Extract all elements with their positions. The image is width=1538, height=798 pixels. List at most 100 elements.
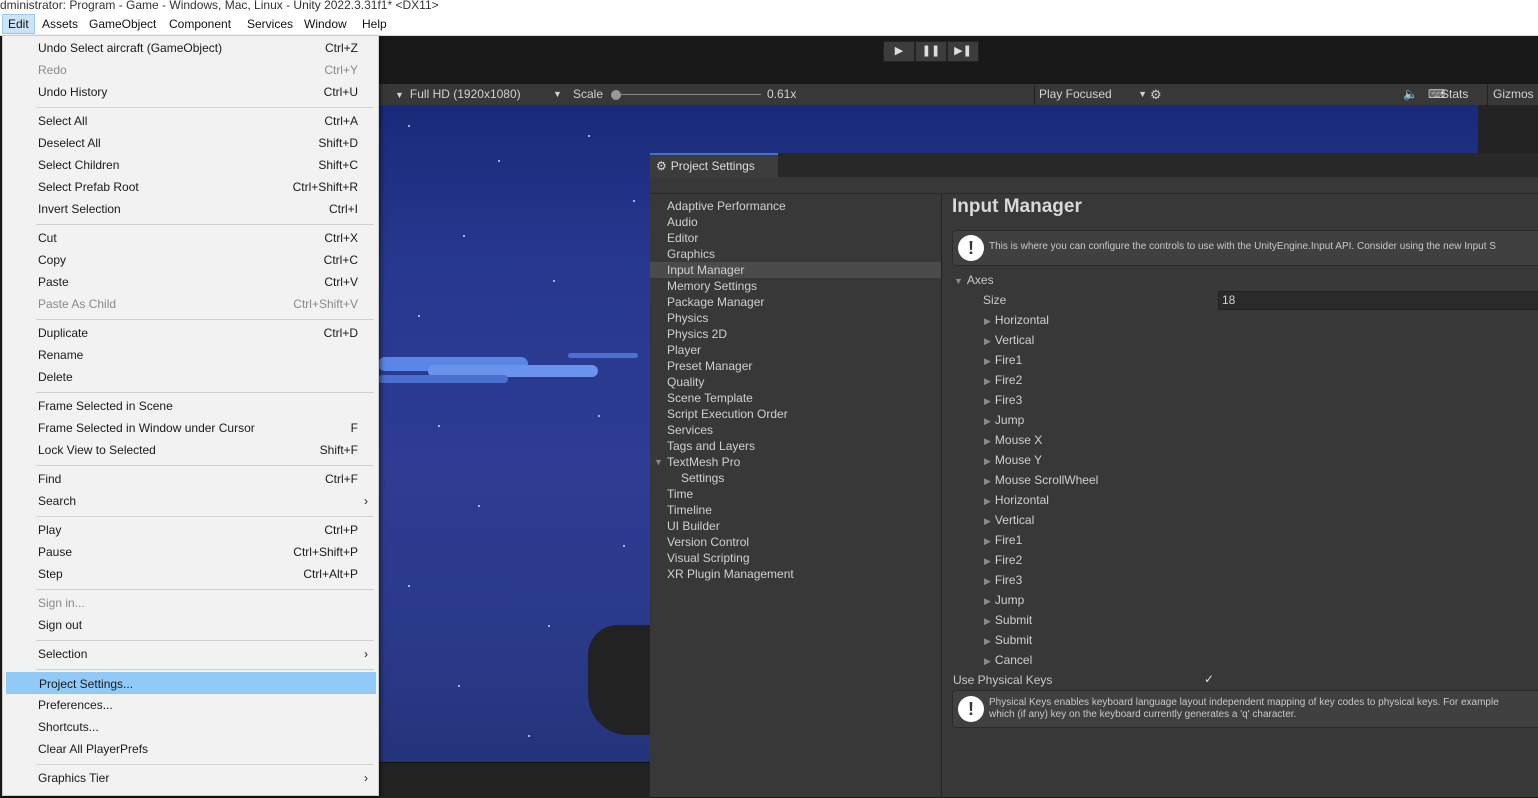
axis-item[interactable]: ▶ Jump <box>984 590 1024 610</box>
menu-item-search[interactable]: Search › <box>6 490 376 512</box>
menu-item-copy[interactable]: Copy Ctrl+C <box>6 249 376 271</box>
sidebar-item-settings[interactable]: Settings <box>681 470 724 486</box>
menu-gameobject[interactable]: GameObject <box>84 15 161 33</box>
menu-item-cut[interactable]: Cut Ctrl+X <box>6 227 376 249</box>
sidebar-item-quality[interactable]: Quality <box>667 374 704 390</box>
stats-button[interactable]: Stats <box>1441 84 1468 105</box>
menu-item-step[interactable]: Step Ctrl+Alt+P <box>6 563 376 585</box>
sidebar-item-ui-builder[interactable]: UI Builder <box>667 518 720 534</box>
menu-item-project-settings[interactable]: Project Settings... <box>6 672 376 694</box>
menu-item-delete[interactable]: Delete <box>6 366 376 388</box>
sidebar-item-tags-and-layers[interactable]: Tags and Layers <box>667 438 755 454</box>
menu-item-pause[interactable]: Pause Ctrl+Shift+P <box>6 541 376 563</box>
bug-icon[interactable]: ⚙ <box>1150 84 1162 105</box>
menu-item-select-children[interactable]: Select Children Shift+C <box>6 154 376 176</box>
menu-item-rename[interactable]: Rename <box>6 344 376 366</box>
sidebar-item-adaptive-performance[interactable]: Adaptive Performance <box>667 198 786 214</box>
axis-item[interactable]: ▶ Fire3 <box>984 570 1022 590</box>
menu-item-undo[interactable]: Undo Select aircraft (GameObject) Ctrl+Z <box>6 37 376 59</box>
sidebar-item-editor[interactable]: Editor <box>667 230 698 246</box>
axis-item[interactable]: ▶ Fire3 <box>984 390 1022 410</box>
menu-assets[interactable]: Assets <box>37 15 83 33</box>
axis-item[interactable]: ▶ Fire2 <box>984 370 1022 390</box>
sidebar-item-graphics[interactable]: Graphics <box>667 246 715 262</box>
chevron-right-icon: ▶ <box>984 616 991 626</box>
sidebar-item-version-control[interactable]: Version Control <box>667 534 749 550</box>
menu-item-select-all[interactable]: Select All Ctrl+A <box>6 110 376 132</box>
menu-item-undo-history[interactable]: Undo History Ctrl+U <box>6 81 376 103</box>
play-button[interactable]: ▶ <box>883 41 915 62</box>
menu-item-shortcuts[interactable]: Shortcuts... <box>6 716 376 738</box>
sidebar-item-memory-settings[interactable]: Memory Settings <box>667 278 757 294</box>
axis-item[interactable]: ▶ Mouse Y <box>984 450 1042 470</box>
menu-item-label: Deselect All <box>38 136 101 150</box>
sidebar-item-time[interactable]: Time <box>667 486 693 502</box>
scale-slider-handle[interactable] <box>611 90 621 100</box>
size-field[interactable]: 18 <box>1218 291 1538 310</box>
gizmos-button[interactable]: Gizmos <box>1487 84 1534 105</box>
step-button[interactable]: ▶❚ <box>947 41 979 62</box>
menu-item-play[interactable]: Play Ctrl+P <box>6 519 376 541</box>
menu-item-graphics-tier[interactable]: Graphics Tier › <box>6 767 376 789</box>
sidebar-item-timeline[interactable]: Timeline <box>667 502 712 518</box>
menu-services[interactable]: Services <box>242 15 298 33</box>
sidebar-item-package-manager[interactable]: Package Manager <box>667 294 764 310</box>
sidebar-item-services[interactable]: Services <box>667 422 713 438</box>
axis-item[interactable]: ▶ Jump <box>984 410 1024 430</box>
menu-item-duplicate[interactable]: Duplicate Ctrl+D <box>6 322 376 344</box>
scale-slider-track[interactable] <box>618 94 761 95</box>
menu-edit[interactable]: Edit <box>2 14 35 34</box>
sidebar-item-xr-plugin-management[interactable]: XR Plugin Management <box>667 566 794 582</box>
menu-item-label: Preferences... <box>38 698 113 712</box>
play-mode-dropdown[interactable]: Play Focused ▼ <box>1034 84 1147 105</box>
menu-window[interactable]: Window <box>299 15 352 33</box>
menu-help[interactable]: Help <box>357 15 392 33</box>
sidebar-item-preset-manager[interactable]: Preset Manager <box>667 358 752 374</box>
axis-item[interactable]: ▶ Vertical <box>984 510 1034 530</box>
axis-item[interactable]: ▶ Mouse ScrollWheel <box>984 470 1098 490</box>
sidebar-item-input-manager[interactable]: Input Manager <box>650 262 941 278</box>
use-physical-keys-checkbox[interactable]: ✓ <box>1204 673 1216 685</box>
sidebar-item-audio[interactable]: Audio <box>667 214 698 230</box>
menu-item-paste[interactable]: Paste Ctrl+V <box>6 271 376 293</box>
sidebar-item-physics-2d[interactable]: Physics 2D <box>667 326 727 342</box>
menu-item-lock-view-to-selected[interactable]: Lock View to Selected Shift+F <box>6 439 376 461</box>
menu-separator <box>36 392 374 393</box>
sidebar-item-scene-template[interactable]: Scene Template <box>667 390 753 406</box>
axis-item[interactable]: ▶ Horizontal <box>984 310 1049 330</box>
menu-item-frame-selected-in-scene[interactable]: Frame Selected in Scene <box>6 395 376 417</box>
menu-item-clear-all-playerprefs[interactable]: Clear All PlayerPrefs <box>6 738 376 760</box>
menu-component[interactable]: Component <box>164 15 236 33</box>
sidebar-item-textmesh-pro[interactable]: TextMesh Pro <box>667 454 740 470</box>
axis-item[interactable]: ▶ Cancel <box>984 650 1032 670</box>
axis-item[interactable]: ▶ Submit <box>984 630 1032 650</box>
mute-audio-icon[interactable]: 🔈 <box>1403 84 1418 105</box>
axis-item[interactable]: ▶ Fire2 <box>984 550 1022 570</box>
menu-item-invert-selection[interactable]: Invert Selection Ctrl+I <box>6 198 376 220</box>
menu-item-sign-in[interactable]: Sign in... <box>6 592 376 614</box>
pause-button[interactable]: ❚❚ <box>915 41 947 62</box>
axes-foldout[interactable]: ▼ Axes <box>954 270 994 290</box>
sidebar-item-visual-scripting[interactable]: Visual Scripting <box>667 550 750 566</box>
menu-item-preferences[interactable]: Preferences... <box>6 694 376 716</box>
resolution-dropdown[interactable]: ▼ Full HD (1920x1080) ▼ <box>395 84 562 105</box>
menu-item-redo[interactable]: Redo Ctrl+Y <box>6 59 376 81</box>
menu-item-frame-selected-under-cursor[interactable]: Frame Selected in Window under Cursor F <box>6 417 376 439</box>
sidebar-item-physics[interactable]: Physics <box>667 310 708 326</box>
foldout-expanded-icon[interactable]: ▼ <box>654 454 663 470</box>
project-settings-tab[interactable]: ⚙ Project Settings <box>650 153 778 179</box>
axis-item[interactable]: ▶ Horizontal <box>984 490 1049 510</box>
axis-item[interactable]: ▶ Vertical <box>984 330 1034 350</box>
menu-item-selection[interactable]: Selection › <box>6 643 376 665</box>
menu-item-select-prefab-root[interactable]: Select Prefab Root Ctrl+Shift+R <box>6 176 376 198</box>
axis-item[interactable]: ▶ Fire1 <box>984 350 1022 370</box>
axis-item[interactable]: ▶ Submit <box>984 610 1032 630</box>
sidebar-item-script-execution-order[interactable]: Script Execution Order <box>667 406 788 422</box>
axis-item[interactable]: ▶ Fire1 <box>984 530 1022 550</box>
sidebar-item-player[interactable]: Player <box>667 342 701 358</box>
menu-item-paste-as-child[interactable]: Paste As Child Ctrl+Shift+V <box>6 293 376 315</box>
menu-item-find[interactable]: Find Ctrl+F <box>6 468 376 490</box>
menu-item-deselect-all[interactable]: Deselect All Shift+D <box>6 132 376 154</box>
axis-item[interactable]: ▶ Mouse X <box>984 430 1042 450</box>
menu-item-sign-out[interactable]: Sign out <box>6 614 376 636</box>
